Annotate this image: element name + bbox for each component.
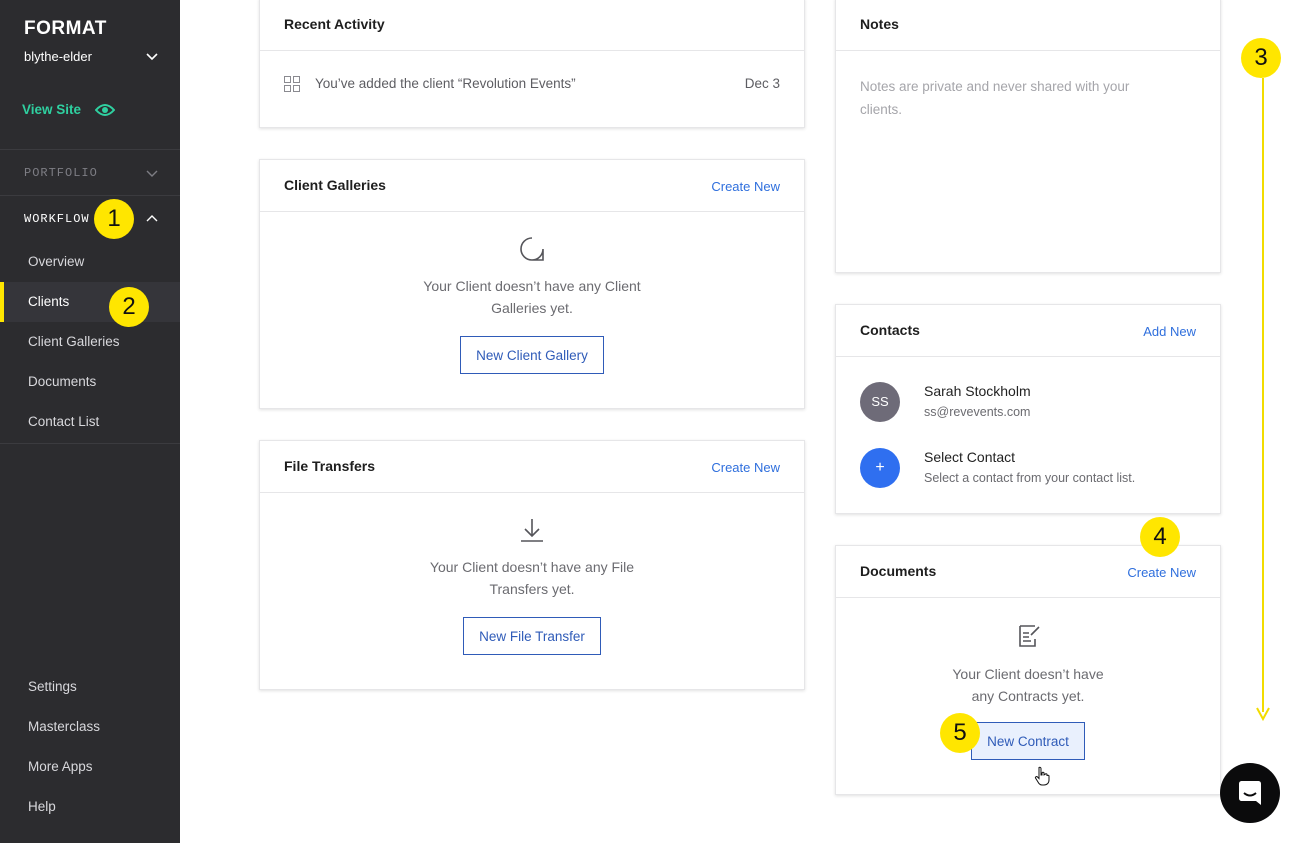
notes-placeholder: clients. [860, 102, 903, 117]
notes-card: Notes Notes are private and never shared… [835, 0, 1221, 273]
workflow-section-toggle[interactable]: WORKFLOW [24, 212, 158, 226]
activity-date: Dec 3 [744, 76, 780, 91]
create-gallery-link[interactable]: Create New [711, 179, 780, 194]
site-name: blythe-elder [24, 49, 92, 64]
sidebar-divider [0, 149, 180, 150]
sidebar-divider [0, 195, 180, 196]
activity-text: You’ve added the client “Revolution Even… [315, 76, 576, 91]
sidebar: FORMAT blythe-elder View Site PORTFOLIO … [0, 0, 180, 843]
chevron-down-icon [146, 170, 158, 177]
create-transfer-link[interactable]: Create New [711, 460, 780, 475]
card-header: Client Galleries Create New [260, 160, 804, 212]
scroll-arrow-annotation [1256, 78, 1270, 722]
card-title: Recent Activity [284, 16, 385, 32]
add-contact-link[interactable]: Add New [1143, 324, 1196, 339]
annotation-badge: 4 [1140, 517, 1180, 557]
select-contact-hint: Select a contact from your contact list. [924, 471, 1136, 485]
new-contract-button[interactable]: New Contract [971, 722, 1085, 760]
portfolio-section-toggle[interactable]: PORTFOLIO [24, 166, 158, 180]
empty-text-line: any Contracts yet. [971, 688, 1085, 704]
contract-icon [1019, 625, 1040, 647]
contact-email: ss@revevents.com [924, 405, 1031, 419]
plus-icon: + [860, 448, 900, 488]
empty-text-line: Your Client doesn’t have [952, 666, 1104, 682]
empty-text-line: Transfers yet. [489, 581, 575, 597]
create-document-link[interactable]: Create New [1127, 565, 1196, 580]
sidebar-item-overview[interactable]: Overview [0, 242, 180, 282]
activity-item: You’ve added the client “Revolution Even… [284, 75, 780, 95]
card-title: Contacts [860, 322, 920, 338]
card-title: File Transfers [284, 458, 376, 474]
view-site-link[interactable]: View Site [22, 102, 116, 117]
annotation-badge: 2 [109, 287, 149, 327]
sidebar-divider [0, 443, 180, 444]
annotation-badge: 1 [94, 199, 134, 239]
sidebar-item-contact-list[interactable]: Contact List [0, 402, 180, 442]
documents-empty-state: Your Client doesn’t have any Contracts y… [836, 622, 1220, 760]
annotation-badge: 5 [940, 713, 980, 753]
view-site-label: View Site [22, 102, 82, 117]
card-title: Client Galleries [284, 177, 386, 193]
sidebar-item-documents[interactable]: Documents [0, 362, 180, 402]
format-logo[interactable]: FORMAT [24, 18, 107, 40]
portfolio-label: PORTFOLIO [24, 166, 98, 180]
empty-text-line: Your Client doesn’t have any Client [423, 278, 641, 294]
card-header: File Transfers Create New [260, 441, 804, 493]
notes-placeholder: Notes are private and never shared with … [860, 79, 1130, 94]
empty-text-line: Galleries yet. [491, 300, 573, 316]
sidebar-item-masterclass[interactable]: Masterclass [0, 707, 180, 747]
sidebar-item-help[interactable]: Help [0, 787, 180, 827]
annotation-badge: 3 [1241, 38, 1281, 78]
card-title: Documents [860, 563, 937, 579]
chevron-down-icon [146, 53, 158, 61]
contact-name: Sarah Stockholm [924, 383, 1031, 399]
grid-icon [284, 76, 300, 92]
contact-item[interactable]: SS Sarah Stockholm ss@revevents.com [860, 382, 1196, 424]
galleries-empty-state: Your Client doesn’t have any Client Gall… [260, 236, 804, 374]
workflow-label: WORKFLOW [24, 212, 90, 226]
file-transfers-card: File Transfers Create New Your Client do… [259, 440, 805, 690]
empty-text-line: Your Client doesn’t have any File [429, 559, 635, 575]
new-file-transfer-button[interactable]: New File Transfer [463, 617, 601, 655]
notes-input[interactable]: Notes are private and never shared with … [860, 75, 1190, 121]
sidebar-item-settings[interactable]: Settings [0, 667, 180, 707]
site-switcher[interactable]: blythe-elder [24, 49, 158, 67]
select-contact-item[interactable]: + Select Contact Select a contact from y… [860, 448, 1196, 490]
sidebar-item-more-apps[interactable]: More Apps [0, 747, 180, 787]
eye-icon [95, 103, 116, 116]
sidebar-item-clients[interactable]: Clients [0, 282, 180, 322]
card-header: Notes [836, 0, 1220, 51]
chevron-up-icon [146, 215, 158, 222]
card-header: Recent Activity [260, 0, 804, 51]
new-client-gallery-button[interactable]: New Client Gallery [460, 336, 604, 374]
contacts-card: Contacts Add New SS Sarah Stockholm ss@r… [835, 304, 1221, 514]
hand-cursor-icon [1034, 766, 1050, 786]
card-title: Notes [860, 16, 899, 32]
chat-icon [1239, 781, 1261, 805]
documents-card: Documents Create New Your Client doesn’t… [835, 545, 1221, 795]
client-galleries-card: Client Galleries Create New Your Client … [259, 159, 805, 409]
avatar: SS [860, 382, 900, 422]
chat-launcher-button[interactable] [1220, 763, 1280, 823]
download-icon [521, 519, 543, 542]
sidebar-item-client-galleries[interactable]: Client Galleries [0, 322, 180, 362]
card-header: Contacts Add New [836, 305, 1220, 357]
recent-activity-card: Recent Activity You’ve added the client … [259, 0, 805, 128]
transfers-empty-state: Your Client doesn’t have any File Transf… [260, 517, 804, 655]
select-contact-title: Select Contact [924, 449, 1016, 465]
gallery-icon [520, 237, 544, 261]
